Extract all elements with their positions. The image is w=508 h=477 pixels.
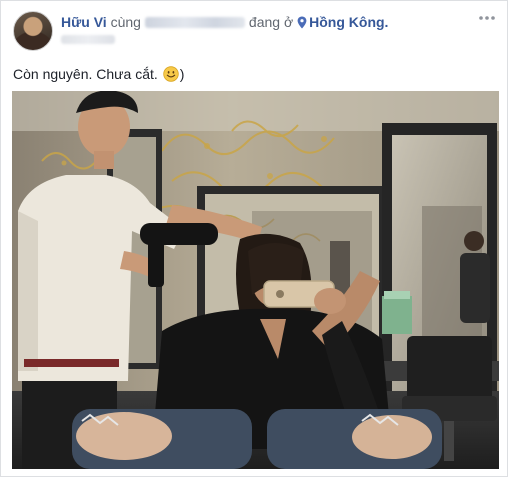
author-avatar[interactable]	[13, 11, 53, 51]
post-photo[interactable]	[12, 91, 499, 469]
location-prefix: đang ở	[248, 14, 294, 30]
more-options-icon[interactable]	[477, 11, 497, 25]
author-name-link[interactable]: Hữu Vi	[61, 14, 107, 30]
facebook-post: Hữu Vi cùng đang ở Hồng Kông. Còn nguyên. …	[0, 0, 508, 477]
smile-emoji-icon	[162, 66, 179, 82]
salon-photo-illustration	[12, 91, 499, 469]
caption-text: Còn nguyên. Chưa cắt.	[13, 66, 158, 82]
post-caption: Còn nguyên. Chưa cắt. )	[13, 65, 184, 83]
location-name-link[interactable]: Hồng Kông.	[309, 14, 388, 30]
blurred-tagged-name	[144, 17, 245, 28]
blurred-timestamp[interactable]	[61, 35, 115, 44]
map-pin-icon	[297, 16, 307, 29]
with-label: cùng	[110, 14, 141, 30]
post-header: Hữu Vi cùng đang ở Hồng Kông.	[61, 13, 388, 31]
caption-end: )	[179, 66, 185, 82]
